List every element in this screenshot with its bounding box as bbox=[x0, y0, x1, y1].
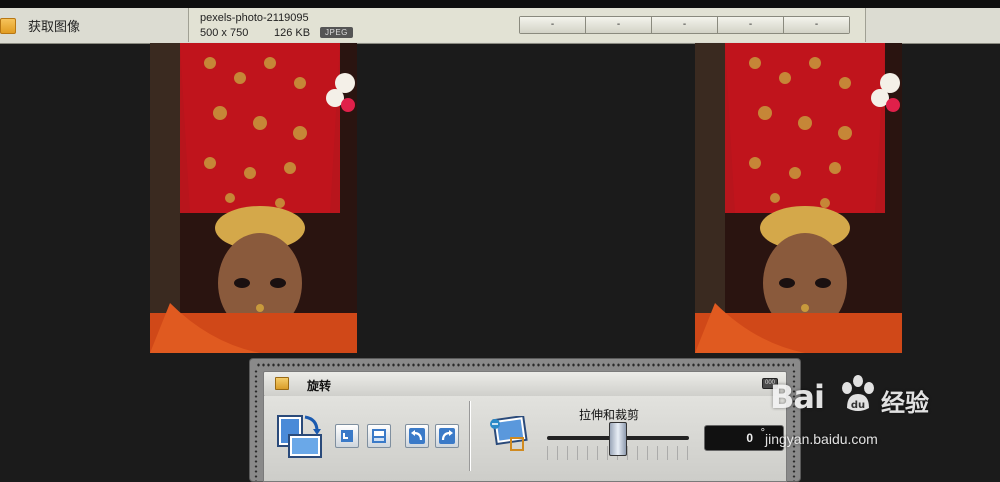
lock-icon[interactable] bbox=[275, 377, 289, 390]
get-image-button[interactable]: 获取图像 bbox=[0, 8, 80, 43]
undo-icon bbox=[409, 428, 425, 444]
rotate-left-icon bbox=[341, 430, 353, 442]
stretch-crop-label: 拉伸和裁剪 bbox=[579, 408, 640, 422]
rotate-image-icon[interactable] bbox=[277, 413, 323, 459]
file-size: 126 KB bbox=[274, 27, 311, 39]
flip-image-button[interactable] bbox=[367, 424, 391, 448]
view-button-5[interactable]: - bbox=[784, 17, 849, 33]
view-button-2[interactable]: - bbox=[586, 17, 652, 33]
rotate-panel: 旋转 000 拉伸和裁剪 0 ° bbox=[250, 359, 800, 482]
watermark-url: jingyan.baidu.com bbox=[765, 431, 878, 447]
redo-icon bbox=[439, 428, 455, 444]
angle-slider-thumb[interactable] bbox=[609, 422, 627, 456]
watermark-suffix: 经验 bbox=[881, 390, 929, 417]
rotated-image-preview[interactable] bbox=[695, 43, 902, 353]
view-button-1[interactable]: - bbox=[520, 17, 586, 33]
file-name: pexels-photo-2119095 bbox=[200, 12, 309, 24]
folder-icon bbox=[0, 17, 16, 34]
baidu-paw-icon: du bbox=[842, 375, 874, 411]
panel-divider bbox=[469, 401, 470, 471]
bride-photo-rotated bbox=[695, 43, 902, 353]
view-mode-buttons: - - - - - bbox=[519, 16, 850, 34]
watermark-logo-text: Bai bbox=[770, 378, 825, 416]
rotate-panel-body: 拉伸和裁剪 0 ° bbox=[263, 396, 787, 482]
redo-button[interactable] bbox=[435, 424, 459, 448]
get-image-label: 获取图像 bbox=[28, 19, 81, 34]
file-dimensions: 500 x 750 bbox=[200, 27, 249, 39]
baidu-jingyan-watermark: Bai du 经验 jingyan.baidu.com bbox=[765, 368, 950, 463]
svg-text:du: du bbox=[851, 400, 865, 411]
top-strip bbox=[0, 0, 1000, 8]
view-button-4[interactable]: - bbox=[718, 17, 784, 33]
rotate-panel-header: 旋转 000 bbox=[263, 371, 787, 397]
rotate-left-button[interactable] bbox=[335, 424, 359, 448]
original-image-preview[interactable] bbox=[150, 43, 357, 353]
angle-value: 0 bbox=[746, 431, 753, 445]
panel-border-dots bbox=[256, 362, 794, 368]
flip-image-icon bbox=[372, 429, 386, 443]
file-info-panel: pexels-photo-2119095 500 x 750 126 KB JP… bbox=[188, 8, 866, 42]
stretch-crop-icon[interactable] bbox=[489, 416, 529, 452]
undo-button[interactable] bbox=[405, 424, 429, 448]
rotate-panel-title: 旋转 bbox=[307, 379, 332, 393]
panel-border-dots-left bbox=[253, 369, 259, 481]
view-button-3[interactable]: - bbox=[652, 17, 718, 33]
file-type-badge: JPEG bbox=[320, 27, 353, 38]
bride-photo-original bbox=[150, 43, 357, 353]
